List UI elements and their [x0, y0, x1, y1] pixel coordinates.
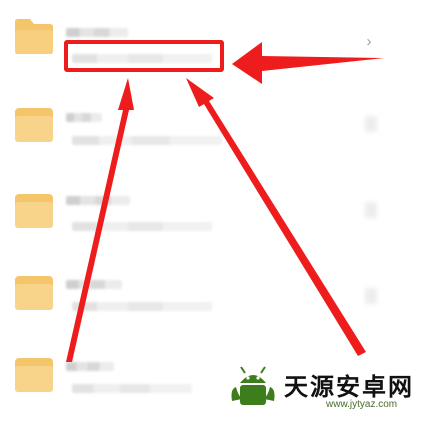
arrow-lower-right	[186, 78, 366, 356]
watermark-title: 天源安卓网	[284, 373, 414, 401]
arrow-right	[232, 42, 384, 84]
arrow-lower-left	[66, 78, 134, 362]
annotation-arrows	[66, 42, 384, 362]
android-robot-icon	[231, 366, 275, 405]
watermark: 天源安卓网 www.jytyaz.com	[226, 361, 421, 414]
watermark-url: www.jytyaz.com	[326, 399, 398, 410]
